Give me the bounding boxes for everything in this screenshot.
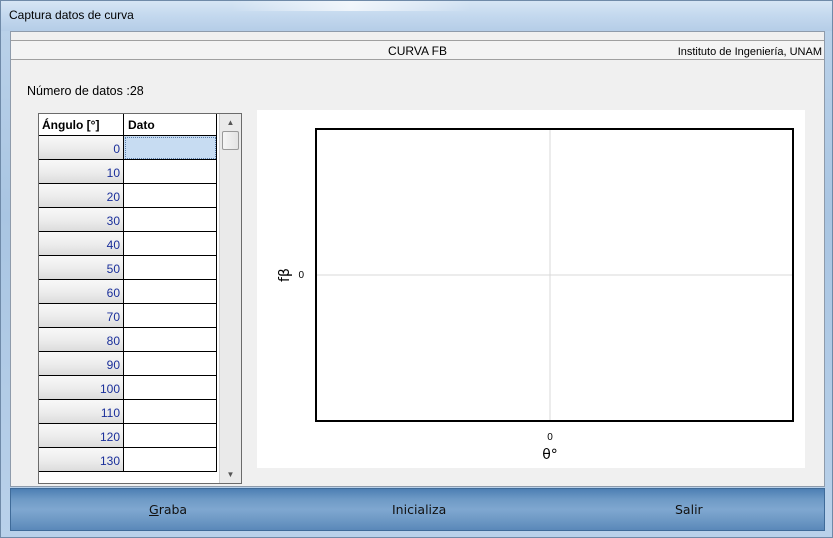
salir-button[interactable]: Salir [675, 502, 703, 517]
angle-cell[interactable]: 90 [39, 352, 124, 376]
scroll-thumb[interactable] [222, 131, 239, 150]
table-row[interactable]: 10 [39, 160, 217, 184]
angle-cell[interactable]: 60 [39, 280, 124, 304]
angle-cell[interactable]: 30 [39, 208, 124, 232]
dato-cell[interactable] [124, 232, 217, 256]
x-axis-label: θ° [542, 447, 558, 463]
dato-cell[interactable] [124, 352, 217, 376]
grid-header: Ángulo [°] Dato [39, 114, 217, 136]
angle-cell[interactable]: 20 [39, 184, 124, 208]
angle-cell[interactable]: 100 [39, 376, 124, 400]
angle-cell[interactable]: 0 [39, 136, 124, 160]
chart-panel: 0 0 θ° fβ [257, 110, 805, 468]
scroll-up-arrow-icon[interactable]: ▲ [220, 114, 241, 131]
table-row[interactable]: 130 [39, 448, 217, 472]
table-row[interactable]: 0 [39, 136, 217, 160]
table-row[interactable]: 20 [39, 184, 217, 208]
angle-cell[interactable]: 10 [39, 160, 124, 184]
table-row[interactable]: 100 [39, 376, 217, 400]
graba-accel: G [149, 502, 159, 517]
angle-cell[interactable]: 130 [39, 448, 124, 472]
angle-cell[interactable]: 120 [39, 424, 124, 448]
angle-cell[interactable]: 40 [39, 232, 124, 256]
dato-cell[interactable] [124, 280, 217, 304]
dato-cell[interactable] [124, 160, 217, 184]
y-axis-label: fβ [277, 268, 293, 282]
y-tick-label: 0 [298, 270, 304, 281]
table-row[interactable]: 30 [39, 208, 217, 232]
chart-svg: 0 0 θ° fβ [277, 128, 794, 463]
table-row[interactable]: 70 [39, 304, 217, 328]
angle-cell[interactable]: 50 [39, 256, 124, 280]
column-header-dato[interactable]: Dato [124, 114, 217, 136]
inicializa-button[interactable]: Inicializa [392, 502, 446, 517]
angle-cell[interactable]: 70 [39, 304, 124, 328]
dato-cell[interactable] [124, 424, 217, 448]
table-row[interactable]: 120 [39, 424, 217, 448]
scroll-down-arrow-icon[interactable]: ▼ [220, 466, 241, 483]
dato-cell[interactable] [124, 184, 217, 208]
vertical-scrollbar[interactable]: ▲ ▼ [219, 114, 241, 483]
table-row[interactable]: 80 [39, 328, 217, 352]
dato-cell[interactable] [124, 304, 217, 328]
dato-cell[interactable] [124, 136, 217, 160]
table-row[interactable]: 40 [39, 232, 217, 256]
x-tick-label: 0 [547, 432, 553, 443]
dato-cell[interactable] [124, 400, 217, 424]
table-row[interactable]: 60 [39, 280, 217, 304]
institution-label: Instituto de Ingeniería, UNAM [677, 46, 822, 58]
graba-label: raba [158, 502, 188, 517]
table-row[interactable]: 50 [39, 256, 217, 280]
graba-button[interactable]: Graba [149, 502, 187, 517]
app-window: Captura datos de curva CURVA FB Institut… [0, 0, 833, 538]
header-bar: CURVA FB Instituto de Ingeniería, UNAM [11, 40, 824, 60]
dato-cell[interactable] [124, 256, 217, 280]
dato-cell[interactable] [124, 376, 217, 400]
angle-cell[interactable]: 110 [39, 400, 124, 424]
column-header-angle[interactable]: Ángulo [°] [39, 114, 124, 136]
bottom-button-bar: Graba Inicializa Salir [10, 488, 825, 531]
dato-cell[interactable] [124, 208, 217, 232]
dato-cell[interactable] [124, 328, 217, 352]
client-area: CURVA FB Instituto de Ingeniería, UNAM N… [10, 31, 825, 487]
dato-cell[interactable] [124, 448, 217, 472]
title-bar[interactable]: Captura datos de curva [1, 1, 832, 31]
table-row[interactable]: 90 [39, 352, 217, 376]
table-row[interactable]: 110 [39, 400, 217, 424]
grid-rows: 0 10 20 30 40 50 60 70 80 90 100 110 120 130 [39, 136, 217, 472]
data-count-label: Número de datos :28 [27, 84, 144, 98]
window-title: Captura datos de curva [9, 8, 134, 22]
angle-cell[interactable]: 80 [39, 328, 124, 352]
data-grid[interactable]: Ángulo [°] Dato 0 10 20 30 40 50 60 70 80 90 100 11… [38, 113, 242, 484]
